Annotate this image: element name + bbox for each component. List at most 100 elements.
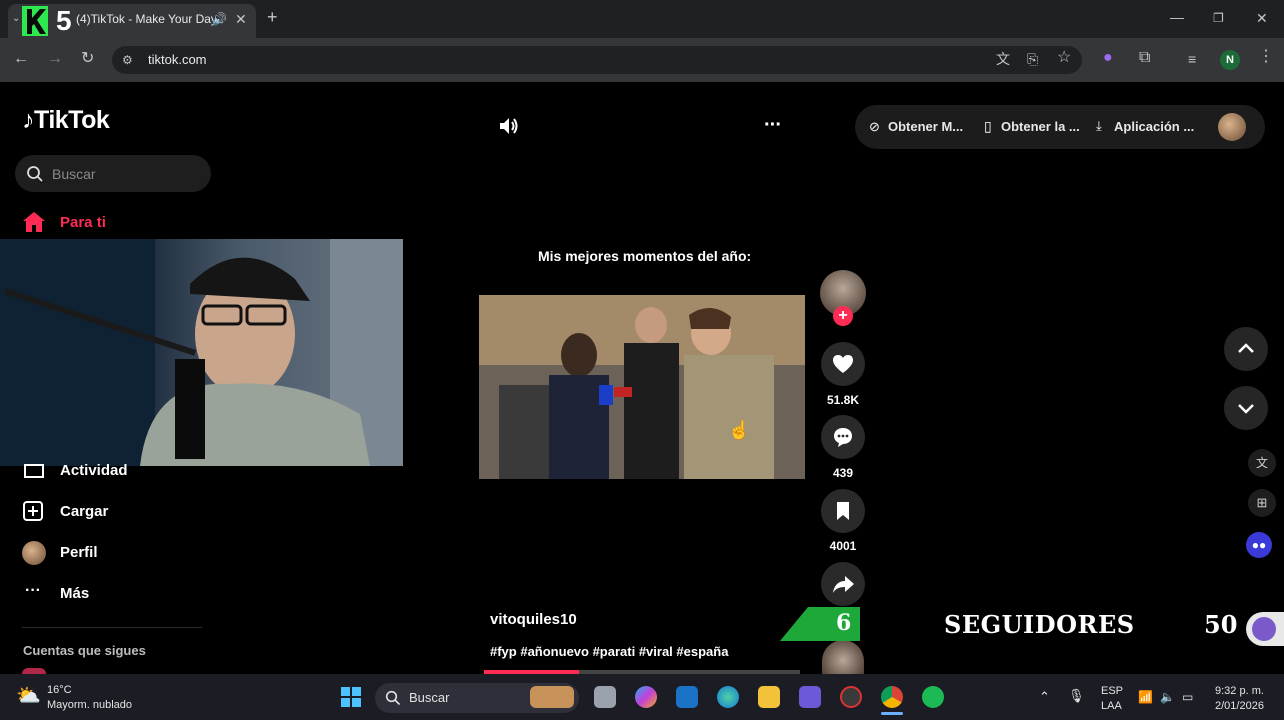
heart-icon [833, 355, 853, 373]
language-sub[interactable]: LAA [1101, 700, 1122, 712]
new-tab-icon[interactable]: + [267, 8, 278, 26]
webcam-overlay [0, 239, 403, 466]
sidebar-item-para-ti[interactable]: Para ti [60, 214, 106, 231]
sidebar-item-cargar[interactable]: Cargar [60, 503, 108, 520]
coins-icon: ⊘ [869, 119, 880, 134]
followers-badge [1246, 612, 1284, 646]
weather-temp[interactable]: 16°C [47, 684, 72, 696]
teams-icon[interactable] [799, 686, 821, 708]
phone-icon: ▯ [984, 118, 992, 134]
activity-icon [24, 464, 44, 478]
speaker-icon[interactable]: 🔈 [1160, 690, 1175, 704]
tab-audio-icon[interactable]: 🔊 [212, 12, 227, 26]
install-app-icon[interactable]: ⎘ [1027, 52, 1038, 66]
window-restore-icon[interactable]: ❐ [1213, 11, 1224, 25]
saves-count: 4001 [829, 539, 857, 553]
tiktok-note-icon: ♪ [22, 106, 35, 134]
media-control-icon[interactable]: ≡ [1188, 52, 1196, 66]
taskbar-search-icon [385, 690, 401, 706]
comment-button[interactable] [821, 415, 865, 459]
webcam-person-image [0, 239, 403, 466]
video-hashtags[interactable]: #fyp #añonuevo #parati #viral #españa [490, 644, 728, 659]
translate-icon[interactable]: 文 [996, 52, 1010, 66]
video-username[interactable]: vitoquiles10 [490, 611, 577, 628]
copilot-icon[interactable] [635, 686, 657, 708]
search-input[interactable] [15, 155, 211, 192]
extension-brain-icon[interactable]: ● [1103, 50, 1113, 66]
clock-date[interactable]: 2/01/2026 [1215, 700, 1264, 712]
mouse-cursor-icon: ☝ [728, 420, 751, 440]
get-app-button[interactable]: Obtener la ... [1001, 119, 1080, 134]
window-close-icon[interactable]: ✕ [1256, 11, 1268, 25]
sidebar-item-perfil[interactable]: Perfil [60, 544, 98, 561]
windows-start-icon[interactable] [340, 686, 362, 708]
search-highlight-image [530, 686, 574, 708]
translate-side-icon[interactable]: 文 [1248, 449, 1276, 477]
volume-icon[interactable] [498, 116, 520, 136]
browser-menu-icon[interactable]: ⋮ [1258, 49, 1274, 65]
likes-count: 51.8K [826, 393, 860, 407]
obs-record-icon[interactable] [840, 686, 862, 708]
forward-icon[interactable]: → [47, 51, 63, 67]
assistant-icon[interactable]: ●● [1246, 532, 1272, 558]
weather-icon[interactable]: ⛅ [16, 683, 41, 708]
sidebar-item-mas[interactable]: Más [60, 585, 89, 602]
apps-grid-icon[interactable]: ⊞ [1248, 489, 1276, 517]
edge-icon[interactable] [717, 686, 739, 708]
url-text[interactable]: tiktok.com [148, 52, 207, 67]
follow-plus-icon[interactable]: + [833, 306, 853, 326]
task-view-icon[interactable] [594, 686, 616, 708]
user-avatar[interactable] [1218, 113, 1246, 141]
next-video-button[interactable] [1224, 386, 1268, 430]
reload-icon[interactable]: ↻ [81, 51, 94, 67]
weather-desc[interactable]: Mayorm. nublado [47, 699, 132, 711]
active-app-indicator [881, 712, 903, 715]
music-disc-avatar[interactable] [822, 640, 864, 674]
chevron-up-icon [1238, 343, 1254, 353]
following-heading: Cuentas que sigues [23, 643, 146, 658]
mail-icon[interactable] [676, 686, 698, 708]
save-button[interactable] [821, 489, 865, 533]
comment-icon [834, 428, 852, 447]
language-indicator[interactable]: ESP [1101, 685, 1123, 697]
extensions-puzzle-icon[interactable]: ⧉ [1139, 50, 1150, 66]
followers-label: SEGUIDORES [944, 610, 1135, 639]
streamer-logo: 5 [22, 5, 72, 36]
address-bar[interactable] [112, 46, 1082, 74]
back-icon[interactable]: ← [13, 51, 29, 67]
like-button[interactable] [821, 342, 865, 386]
clock-time[interactable]: 9:32 p. m. [1215, 685, 1264, 697]
home-icon [23, 212, 45, 232]
battery-icon[interactable]: ▭ [1182, 690, 1193, 704]
tab-title: (4)TikTok - Make Your Day [76, 12, 217, 26]
site-info-icon[interactable]: ⚙ [122, 53, 133, 67]
tab-close-icon[interactable]: ✕ [235, 12, 247, 26]
more-dots-icon: ··· [25, 582, 41, 599]
window-minimize-icon[interactable]: — [1170, 10, 1184, 24]
upload-icon [23, 501, 43, 521]
profile-avatar-icon [22, 541, 46, 565]
followers-current-count: 6 [836, 610, 852, 636]
microphone-icon[interactable]: 🎙 [1068, 688, 1085, 704]
search-placeholder: Buscar [52, 166, 96, 182]
bookmark-icon [837, 502, 849, 520]
video-player[interactable] [479, 295, 805, 479]
profile-avatar[interactable]: N [1220, 50, 1240, 70]
desktop-app-button[interactable]: Aplicación ... [1114, 119, 1194, 134]
share-button[interactable] [821, 562, 865, 606]
taskbar-search-label: Buscar [409, 690, 450, 705]
tray-overflow-icon[interactable]: ⌃ [1039, 689, 1050, 705]
spotify-icon[interactable] [922, 686, 944, 708]
search-icon [27, 166, 43, 182]
comments-count: 439 [832, 466, 854, 480]
more-options-icon[interactable]: ··· [764, 114, 782, 137]
sidebar-item-actividad[interactable]: Actividad [60, 462, 128, 479]
chrome-icon[interactable] [881, 686, 903, 708]
file-explorer-icon[interactable] [758, 686, 780, 708]
previous-video-button[interactable] [1224, 327, 1268, 371]
svg-text:5: 5 [56, 5, 72, 36]
get-coins-button[interactable]: Obtener M... [888, 119, 963, 134]
bookmark-star-icon[interactable]: ☆ [1057, 50, 1071, 66]
wifi-icon[interactable]: 📶 [1138, 690, 1153, 704]
tiktok-logo[interactable]: ♪TikTok [22, 106, 110, 135]
